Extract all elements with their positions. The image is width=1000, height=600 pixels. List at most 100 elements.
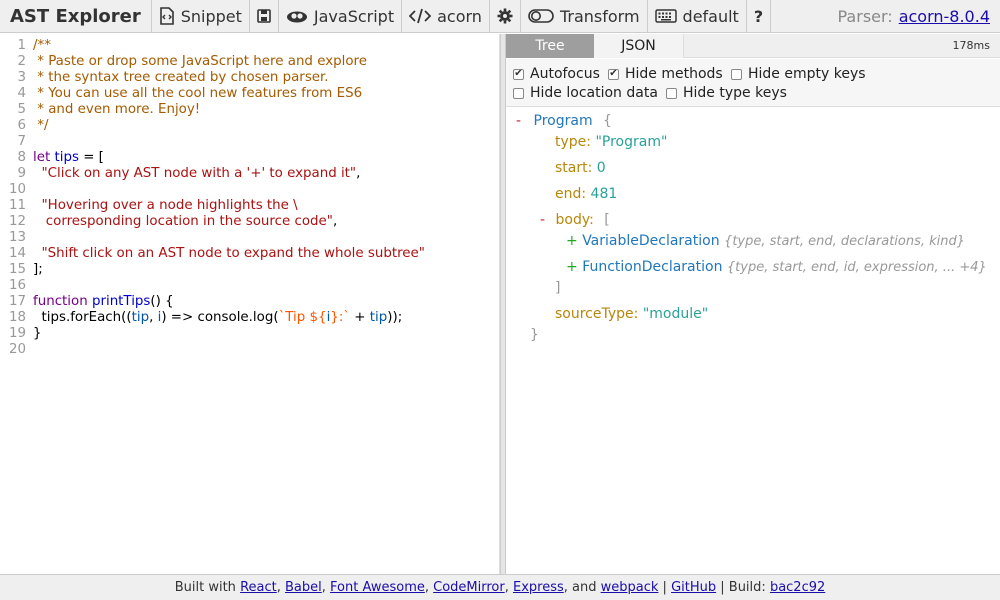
code-token: function — [33, 294, 88, 309]
parser-settings-button[interactable] — [490, 0, 521, 32]
code-token: corresponding location in the source cod… — [33, 214, 333, 229]
react-link[interactable]: React — [240, 580, 277, 595]
code-token: + — [350, 310, 370, 325]
prop-key: type: — [555, 134, 591, 150]
line-number: 18 — [8, 310, 26, 325]
program-node[interactable]: - Program { — [516, 113, 612, 129]
babel-link[interactable]: Babel — [285, 580, 322, 595]
node-type[interactable]: FunctionDeclaration — [582, 259, 722, 275]
build-hash-link[interactable]: bac2c92 — [770, 580, 825, 595]
line-code: * You can use all the cool new features … — [33, 86, 362, 102]
option-hide-location-data[interactable]: Hide location data — [513, 85, 658, 101]
line-number: 10 — [8, 182, 26, 197]
prop-start: start: 0 — [555, 160, 606, 176]
parser-info: Parser: acorn-8.0.4 — [838, 0, 1000, 32]
line-code: /** — [33, 38, 51, 54]
hide-type-keys-label: Hide type keys — [683, 85, 787, 101]
function-declaration-node[interactable]: + FunctionDeclaration {type, start, end,… — [566, 259, 987, 275]
prop-key: end: — [555, 186, 587, 202]
prop-body[interactable]: - body: [ — [540, 212, 610, 228]
parser-menu[interactable]: acorn — [402, 0, 490, 32]
line-number: 5 — [17, 102, 26, 117]
close-bracket: ] — [555, 280, 560, 296]
collapse-toggle[interactable]: - — [540, 212, 545, 228]
file-code-icon — [159, 7, 175, 25]
line-code: "Hovering over a node highlights the \ — [33, 198, 298, 214]
line-number: 13 — [8, 230, 26, 245]
keymap-menu[interactable]: default — [648, 0, 747, 32]
collapse-toggle[interactable]: - — [516, 113, 521, 129]
line-number: 4 — [17, 86, 26, 101]
prop-end: end: 481 — [555, 186, 617, 202]
option-hide-type-keys[interactable]: Hide type keys — [666, 85, 787, 101]
snippet-menu[interactable]: Snippet — [152, 0, 250, 32]
option-hide-empty-keys[interactable]: Hide empty keys — [731, 66, 866, 82]
code-token: }:` — [330, 310, 351, 325]
tab-json[interactable]: JSON — [594, 34, 684, 58]
hide-methods-checkbox[interactable]: ✔ — [608, 68, 619, 80]
webpack-link[interactable]: webpack — [601, 580, 659, 595]
prop-type: type: "Program" — [555, 134, 667, 150]
prop-value: 0 — [596, 160, 606, 176]
hide-empty-keys-checkbox[interactable] — [731, 68, 742, 80]
line-number: 7 — [17, 134, 26, 149]
hide-methods-label: Hide methods — [625, 66, 723, 82]
line-code: corresponding location in the source cod… — [33, 214, 337, 230]
build-label: | Build: — [720, 580, 766, 595]
line-code: * the syntax tree created by chosen pars… — [33, 70, 328, 86]
code-token: , — [149, 310, 158, 325]
parser-version-link[interactable]: acorn-8.0.4 — [899, 7, 990, 26]
hide-type-keys-checkbox[interactable] — [666, 87, 677, 99]
code-token: * You can use all the cool new features … — [33, 86, 363, 101]
express-link[interactable]: Express — [513, 580, 564, 595]
and-label: , and — [563, 580, 597, 595]
help-button[interactable]: ? — [747, 0, 772, 32]
hide-location-data-checkbox[interactable] — [513, 87, 524, 99]
line-number: 8 — [17, 150, 26, 165]
line-code: "Shift click on an AST node to expand th… — [33, 246, 425, 262]
prop-key: start: — [555, 160, 593, 176]
code-token: } — [33, 326, 42, 341]
parser-info-label: Parser: — [837, 6, 893, 26]
node-type[interactable]: VariableDeclaration — [582, 233, 719, 249]
code-editor[interactable]: 1 /** 2 * Paste or drop some JavaScript he… — [0, 34, 500, 574]
save-button[interactable] — [250, 0, 279, 32]
transform-toggle[interactable]: Transform — [521, 0, 648, 32]
option-autofocus[interactable]: ✔ Autofocus — [513, 66, 600, 82]
tree-options: ✔ Autofocus ✔ Hide methods Hide empty ke… — [506, 59, 1000, 107]
autofocus-label: Autofocus — [530, 66, 600, 82]
code-token: */ — [33, 118, 49, 133]
option-hide-methods[interactable]: ✔ Hide methods — [608, 66, 723, 82]
line-number: 6 — [17, 118, 26, 133]
expand-toggle[interactable]: + — [566, 233, 578, 249]
font-awesome-link[interactable]: Font Awesome — [330, 580, 425, 595]
line-code: */ — [33, 118, 48, 134]
language-menu[interactable]: JavaScript — [279, 0, 403, 32]
prop-source-type: sourceType: "module" — [555, 306, 708, 322]
line-number: 16 — [8, 278, 26, 293]
floppy-disk-icon — [257, 9, 271, 23]
app-title: AST Explorer — [0, 0, 152, 32]
line-number: 15 — [8, 262, 26, 277]
built-with-label: Built with — [174, 580, 236, 595]
line-code: let tips = [ — [33, 150, 104, 166]
expand-toggle[interactable]: + — [566, 259, 578, 275]
cloud-icon — [286, 9, 308, 23]
github-link[interactable]: GitHub — [671, 580, 716, 595]
code-token: tip — [369, 310, 388, 325]
transform-label: Transform — [559, 6, 640, 26]
autofocus-checkbox[interactable]: ✔ — [513, 68, 524, 80]
variable-declaration-node[interactable]: + VariableDeclaration {type, start, end,… — [566, 233, 965, 249]
code-token: , — [332, 214, 338, 229]
code-token: () { — [150, 294, 174, 309]
codemirror-link[interactable]: CodeMirror — [433, 580, 505, 595]
tab-tree[interactable]: Tree — [506, 34, 594, 58]
prop-value: "module" — [642, 306, 709, 322]
line-number: 19 — [8, 326, 26, 341]
hide-location-data-label: Hide location data — [530, 85, 658, 101]
code-token: tip — [131, 310, 150, 325]
node-type-program[interactable]: Program — [534, 113, 593, 129]
